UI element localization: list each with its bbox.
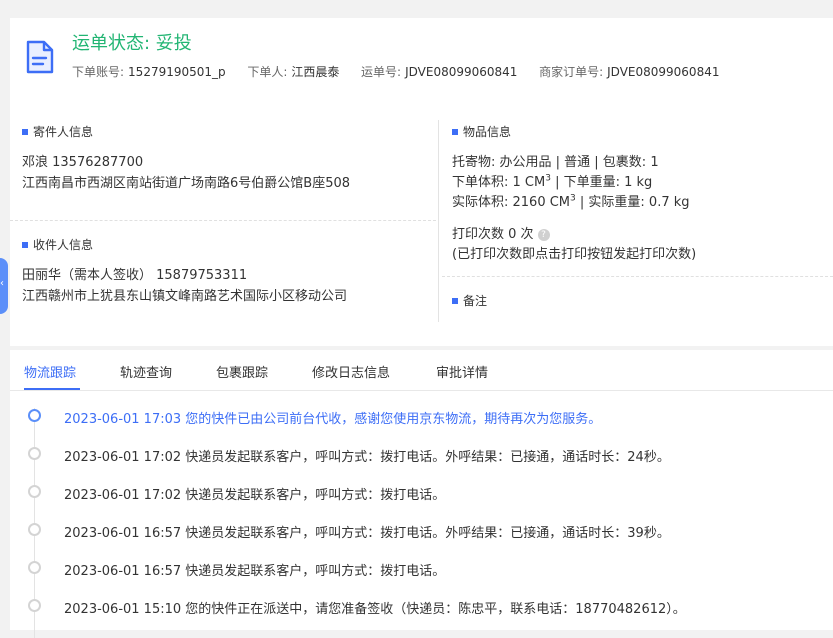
timeline-item: 2023-06-01 16:57 快递员发起联系客户，呼叫方式：拨打电话。 <box>64 564 446 579</box>
waybill-header-card: 运单状态: 妥投 下单账号: 15279190501_p 下单人: 江西晨泰 运单号… <box>10 18 833 99</box>
section-marker-icon <box>452 298 458 304</box>
timeline-item: 2023-06-01 17:02 快递员发起联系客户，呼叫方式：拨打电话。 <box>64 488 446 503</box>
print-count: 打印次数 0 次? <box>452 223 550 242</box>
sender-address: 江西南昌市西湖区南站街道广场南路6号伯爵公馆B座508 <box>22 176 351 191</box>
tab-approval-details[interactable]: 审批详情 <box>436 362 488 381</box>
timeline-item: 2023-06-01 15:10 您的快件正在派送中，请您准备签收（快递员：陈忠… <box>64 602 686 617</box>
tab-modify-log[interactable]: 修改日志信息 <box>312 362 390 381</box>
tab-route-query[interactable]: 轨迹查询 <box>120 362 172 381</box>
timeline-dot <box>28 485 41 498</box>
goods-line-1: 托寄物: 办公用品 | 普通 | 包裹数: 1 <box>452 155 659 170</box>
orderer-key: 下单人: <box>247 65 288 79</box>
orderer-value: 江西晨泰 <box>291 65 340 79</box>
info-card: 寄件人信息 邓浪 13576287700 江西南昌市西湖区南站街道广场南路6号伯… <box>10 98 833 346</box>
goods-line-3: 实际体积: 2160 CM3 | 实际重量: 0.7 kg <box>452 193 690 210</box>
active-tab-indicator <box>24 388 80 390</box>
goods-section-title: 物品信息 <box>452 123 511 140</box>
divider <box>442 276 833 277</box>
remark-section-title: 备注 <box>452 292 487 309</box>
timeline-dot <box>28 561 41 574</box>
chevron-left-icon: ‹ <box>0 278 4 289</box>
print-note: (已打印次数即点击打印按钮发起打印次数) <box>452 247 697 262</box>
timeline-item: 2023-06-01 17:03 您的快件已由公司前台代收，感谢您使用京东物流，… <box>64 412 602 427</box>
section-marker-icon <box>452 129 458 135</box>
sender-section-title: 寄件人信息 <box>22 123 93 140</box>
account-value: 15279190501_p <box>128 65 226 79</box>
merchant-order-key: 商家订单号: <box>539 65 604 79</box>
section-marker-icon <box>22 242 28 248</box>
waybill-value: JDVE08099060841 <box>405 65 518 79</box>
timeline-dot-current <box>28 409 41 422</box>
waybill-key: 运单号: <box>361 65 402 79</box>
section-marker-icon <box>22 129 28 135</box>
tab-bar: 物流跟踪 轨迹查询 包裹跟踪 修改日志信息 审批详情 <box>10 350 833 391</box>
document-icon <box>26 40 54 74</box>
sidebar-collapse-handle[interactable]: ‹ <box>0 258 8 314</box>
receiver-address: 江西赣州市上犹县东山镇文峰南路艺术国际小区移动公司 <box>22 289 348 304</box>
tracking-card: 物流跟踪 轨迹查询 包裹跟踪 修改日志信息 审批详情 2023-06-01 17… <box>10 350 833 638</box>
waybill-meta-row: 下单账号: 15279190501_p 下单人: 江西晨泰 运单号: JDVE0809… <box>72 63 719 80</box>
timeline-item: 2023-06-01 16:57 快递员发起联系客户，呼叫方式：拨打电话。外呼结… <box>64 526 670 541</box>
timeline-dot <box>28 599 41 612</box>
waybill-status-title: 运单状态: 妥投 <box>72 33 192 54</box>
account-key: 下单账号: <box>72 65 125 79</box>
timeline-item: 2023-06-01 17:02 快递员发起联系客户，呼叫方式：拨打电话。外呼结… <box>64 450 670 465</box>
receiver-name-phone: 田丽华（需本人签收） 15879753311 <box>22 268 248 283</box>
receiver-section-title: 收件人信息 <box>22 236 93 253</box>
tab-logistics-tracking[interactable]: 物流跟踪 <box>24 362 76 381</box>
tab-package-tracking[interactable]: 包裹跟踪 <box>216 362 268 381</box>
column-divider <box>438 120 439 322</box>
merchant-order-value: JDVE08099060841 <box>607 65 720 79</box>
help-icon[interactable]: ? <box>537 229 550 241</box>
timeline-dot <box>28 523 41 536</box>
goods-line-2: 下单体积: 1 CM3 | 下单重量: 1 kg <box>452 173 653 190</box>
timeline-dot <box>28 447 41 460</box>
divider <box>10 220 436 221</box>
sender-name-phone: 邓浪 13576287700 <box>22 155 144 170</box>
